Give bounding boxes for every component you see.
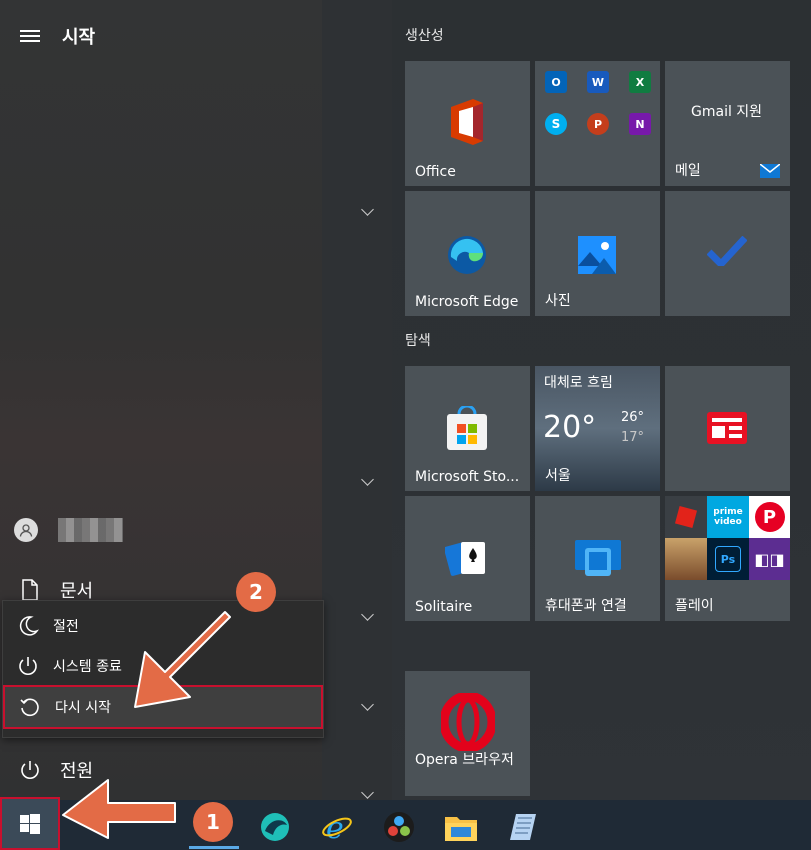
tile-play-folder[interactable]: prime video P Ps ◧◨ 플레이 — [665, 496, 790, 621]
internet-explorer-icon: e — [322, 811, 352, 843]
notepad-icon — [510, 814, 536, 840]
hamburger-menu-icon[interactable] — [20, 27, 40, 45]
annotation-arrow-icon — [62, 779, 176, 839]
tile-photos[interactable]: 사진 — [535, 191, 660, 316]
tile-opera-label: Opera 브라우저 — [415, 752, 514, 768]
user-name-blurred — [58, 518, 123, 542]
tile-todo[interactable] — [665, 191, 790, 316]
tile-weather[interactable]: 대체로 흐림 20° 26° 17° 서울 — [535, 366, 660, 491]
tile-news[interactable] — [665, 366, 790, 491]
taskbar-app-ie[interactable]: e — [315, 805, 359, 849]
game-thumbnail-icon — [665, 538, 707, 580]
weather-condition: 대체로 흐림 — [544, 375, 613, 391]
tile-mail[interactable]: Gmail 지원 메일 — [665, 61, 790, 186]
power-icon — [21, 761, 39, 779]
prime-video-icon: prime video — [707, 496, 749, 538]
weather-temp: 20° — [543, 410, 597, 445]
annotation-arrow-icon — [134, 611, 231, 708]
opera-logo-icon — [441, 693, 495, 751]
group-productivity-header[interactable]: 생산성 — [405, 25, 444, 45]
pinterest-icon: P — [749, 496, 790, 538]
office-logo-icon — [451, 99, 483, 145]
tile-edge-label: Microsoft Edge — [415, 294, 519, 310]
outlook-icon: O — [545, 71, 567, 93]
onenote-icon: N — [629, 113, 651, 135]
mail-envelope-icon — [760, 164, 780, 178]
document-icon — [22, 579, 38, 601]
photos-icon — [578, 236, 616, 274]
tile-edge[interactable]: Microsoft Edge — [405, 191, 530, 316]
taskbar-app-file-explorer[interactable] — [439, 805, 483, 849]
user-account-item[interactable] — [0, 510, 322, 550]
skype-icon: S — [545, 113, 567, 135]
tile-office-apps-folder[interactable]: O W X S P N — [535, 61, 660, 186]
taskbar-app-davinci[interactable] — [377, 805, 421, 849]
start-title: 시작 — [62, 27, 96, 48]
checkmark-todo-icon — [707, 236, 747, 266]
davinci-resolve-icon — [384, 812, 414, 842]
taskbar-app-notepad[interactable] — [501, 805, 545, 849]
tile-gmail-support-text: Gmail 지원 — [691, 104, 763, 120]
dolby-icon: ◧◨ — [749, 538, 790, 580]
tile-opera[interactable]: Opera 브라우저 — [405, 671, 530, 796]
restart-icon — [20, 698, 39, 717]
photoshop-express-icon: Ps — [707, 538, 749, 580]
taskbar-app-whale[interactable] — [253, 805, 297, 849]
whale-browser-icon — [261, 813, 289, 841]
tile-phone-link[interactable]: 휴대폰과 연결 — [535, 496, 660, 621]
tile-play-label: 플레이 — [675, 598, 714, 614]
edge-browser-icon — [448, 236, 486, 274]
start-middle-strip — [322, 0, 392, 800]
store-bag-icon — [447, 406, 487, 450]
powerpoint-icon: P — [587, 113, 609, 135]
solitaire-cards-icon — [445, 542, 485, 576]
weather-high: 26° — [621, 410, 645, 425]
tile-solitaire[interactable]: Solitaire — [405, 496, 530, 621]
restart-label: 다시 시작 — [55, 700, 111, 716]
folder-icon — [445, 817, 477, 841]
tile-phone-link-label: 휴대폰과 연결 — [545, 598, 627, 614]
word-icon: W — [587, 71, 609, 93]
step-badge-1: 1 — [193, 802, 233, 842]
tile-office[interactable]: Office — [405, 61, 530, 186]
tile-store-label: Microsoft Sto... — [415, 469, 520, 485]
power-icon — [19, 657, 37, 675]
svg-text:e: e — [326, 811, 344, 843]
sleep-label: 절전 — [53, 619, 79, 635]
active-app-indicator — [189, 846, 239, 849]
tile-solitaire-label: Solitaire — [415, 599, 473, 615]
moon-icon — [19, 616, 39, 636]
roblox-icon — [665, 496, 707, 538]
tile-store[interactable]: Microsoft Sto... — [405, 366, 530, 491]
weather-city: 서울 — [545, 468, 571, 484]
shutdown-label: 시스템 종료 — [53, 659, 122, 675]
tile-office-label: Office — [415, 164, 456, 180]
phone-link-icon — [575, 540, 621, 576]
excel-icon: X — [629, 71, 651, 93]
step-badge-2: 2 — [236, 572, 276, 612]
tile-photos-label: 사진 — [545, 293, 571, 309]
group-explore-header[interactable]: 탐색 — [405, 330, 431, 350]
windows-logo-icon — [20, 814, 40, 834]
user-avatar-icon — [14, 518, 38, 542]
weather-low: 17° — [621, 430, 645, 445]
start-button[interactable] — [0, 797, 60, 850]
tile-mail-label: 메일 — [675, 163, 701, 179]
news-icon — [707, 412, 747, 444]
